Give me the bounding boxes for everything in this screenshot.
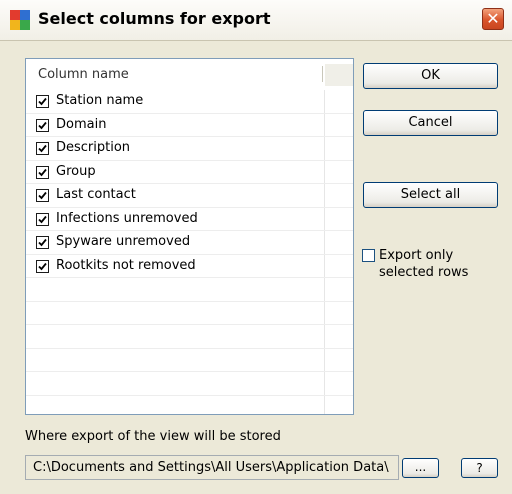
avg-app-icon xyxy=(10,10,30,30)
column-divider xyxy=(324,137,325,160)
export-path-field[interactable]: C:\Documents and Settings\All Users\Appl… xyxy=(25,455,399,480)
column-label: Infections unremoved xyxy=(56,210,198,226)
help-button[interactable]: ? xyxy=(461,458,498,478)
close-button[interactable]: ✕ xyxy=(482,8,504,30)
column-divider xyxy=(324,278,325,301)
column-checkbox[interactable] xyxy=(36,95,49,108)
column-label: Spyware unremoved xyxy=(56,234,191,249)
export-selected-label[interactable]: Export only selected rows xyxy=(379,247,499,281)
empty-list-row xyxy=(26,372,353,396)
header-blank-cell xyxy=(325,64,353,86)
column-divider xyxy=(324,160,325,183)
list-item[interactable]: Last contact xyxy=(26,184,353,208)
column-checkbox[interactable] xyxy=(36,118,49,132)
column-divider xyxy=(324,348,325,371)
column-checkbox[interactable] xyxy=(36,259,49,273)
column-rows: Station name Domain Description Group Last c… xyxy=(26,90,353,414)
column-list-header: Column name xyxy=(26,59,353,89)
checkmark-icon xyxy=(38,191,47,200)
list-item[interactable]: Group xyxy=(26,160,353,184)
checkmark-icon xyxy=(38,97,47,106)
column-checkbox[interactable] xyxy=(36,189,49,202)
column-divider xyxy=(324,113,325,136)
column-divider xyxy=(324,207,325,230)
column-divider xyxy=(324,90,325,113)
column-label: Rootkits not removed xyxy=(56,257,196,273)
checkmark-icon xyxy=(38,238,47,247)
column-divider xyxy=(324,301,325,324)
list-item[interactable]: Domain xyxy=(26,113,353,137)
empty-list-row xyxy=(26,395,353,414)
checkmark-icon xyxy=(38,168,47,176)
column-label: Group xyxy=(56,163,96,179)
cancel-button[interactable]: Cancel xyxy=(363,110,498,136)
export-selected-checkbox[interactable] xyxy=(362,249,375,262)
checkmark-icon xyxy=(38,121,47,129)
browse-button[interactable]: ... xyxy=(402,458,439,478)
list-item[interactable]: Station name xyxy=(26,90,353,114)
list-item[interactable]: Spyware unremoved xyxy=(26,231,353,255)
column-checkbox[interactable] xyxy=(36,142,49,155)
column-label: Last contact xyxy=(56,187,136,202)
column-checkbox[interactable] xyxy=(36,165,49,179)
title-bar: Select columns for export ✕ xyxy=(0,0,512,41)
list-item[interactable]: Rootkits not removed xyxy=(26,254,353,278)
empty-list-row xyxy=(26,278,353,302)
column-divider xyxy=(324,254,325,277)
list-item[interactable]: Description xyxy=(26,137,353,161)
dialog-title: Select columns for export xyxy=(38,9,271,28)
column-divider xyxy=(324,325,325,348)
ok-button[interactable]: OK xyxy=(363,63,498,89)
column-divider xyxy=(324,184,325,207)
checkmark-icon xyxy=(38,144,47,153)
storage-label: Where export of the view will be stored xyxy=(25,429,281,444)
export-columns-dialog: Select columns for export ✕ Column name … xyxy=(0,0,512,494)
column-label: Station name xyxy=(56,93,144,108)
empty-list-row xyxy=(26,348,353,372)
list-item[interactable]: Infections unremoved xyxy=(26,207,353,231)
column-list[interactable]: Column name Station name Domain Descriptio… xyxy=(25,58,354,415)
column-divider xyxy=(324,372,325,395)
column-label: Domain xyxy=(56,116,107,132)
checkmark-icon xyxy=(38,262,47,270)
column-divider xyxy=(324,231,325,254)
column-label: Description xyxy=(56,140,131,155)
close-icon: ✕ xyxy=(486,9,500,28)
column-checkbox[interactable] xyxy=(36,212,49,226)
checkmark-icon xyxy=(38,215,47,223)
empty-list-row xyxy=(26,301,353,325)
column-divider xyxy=(324,395,325,414)
empty-list-row xyxy=(26,325,353,349)
column-name-header[interactable]: Column name xyxy=(38,67,129,82)
column-checkbox[interactable] xyxy=(36,236,49,249)
select-all-button[interactable]: Select all xyxy=(363,182,498,208)
